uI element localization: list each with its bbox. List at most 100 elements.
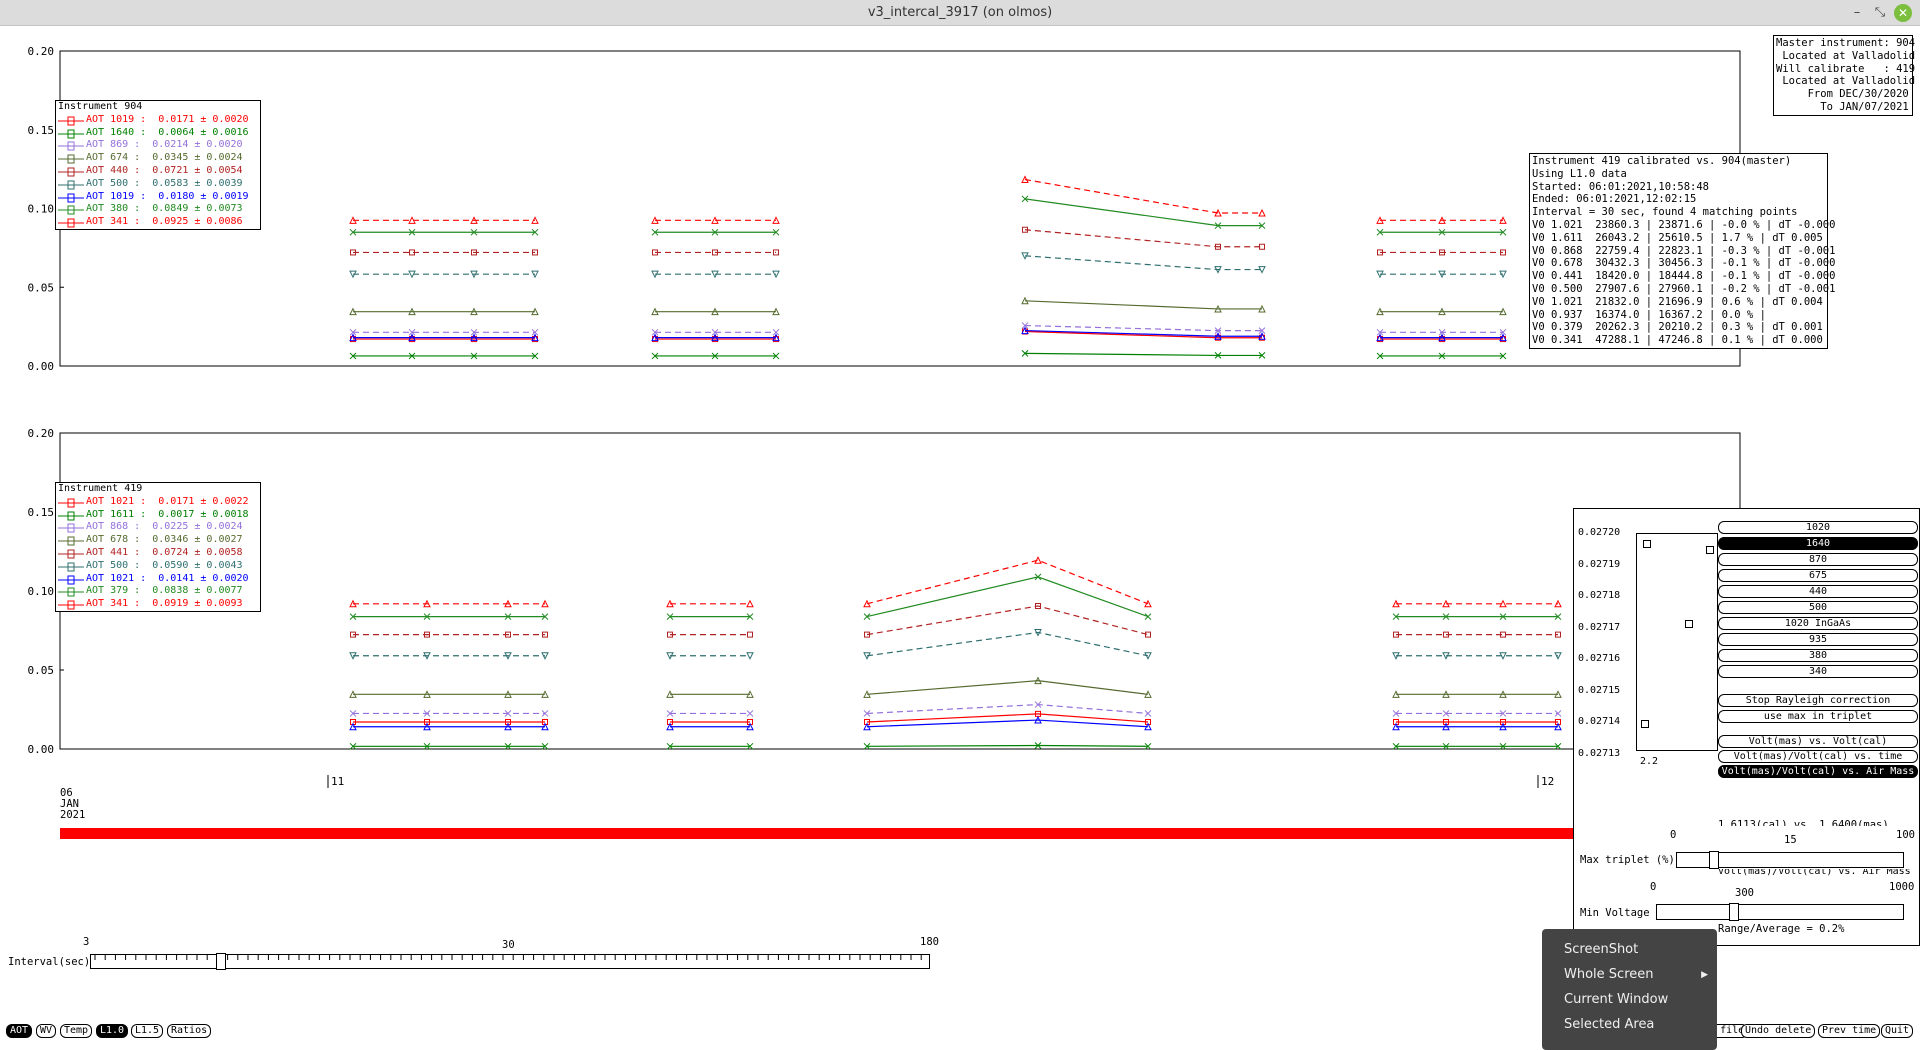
band-button-340[interactable]: 340 <box>1718 665 1918 678</box>
band-button-440[interactable]: 440 <box>1718 585 1918 598</box>
close-icon[interactable]: ✕ <box>1894 4 1912 22</box>
ratio-y-tick: 0.02720 <box>1578 527 1621 538</box>
legend-marker-icon <box>58 534 84 547</box>
menu-item-whole-screen[interactable]: Whole Screen ▶ <box>1564 965 1708 985</box>
legend-value: 0.0171 ± 0.0020 <box>158 113 249 125</box>
series-line <box>1024 300 1262 310</box>
legend-label: AOT 380 : <box>86 203 153 215</box>
slider-handle[interactable] <box>216 953 226 970</box>
legend-value: 0.0141 ± 0.0020 <box>158 572 249 584</box>
window-titlebar[interactable]: v3_intercal_3917 (on olmos) – ⤡ ✕ <box>0 0 1920 26</box>
y-tick-label: 0.00 <box>28 360 55 373</box>
master-info-line: Located at Valladolid <box>1776 75 1916 88</box>
ratio-y-tick: 0.02714 <box>1578 716 1621 727</box>
data-point <box>541 710 549 717</box>
view-caption: Volt(mas)/Volt(cal) vs. Air Mass <box>1718 869 1911 877</box>
menu-item-screenshot[interactable]: ScreenShot <box>1564 940 1704 960</box>
stop-rayleigh-button[interactable]: Stop Rayleigh correction <box>1718 694 1918 707</box>
time-coverage-bar[interactable] <box>60 828 1575 839</box>
legend-label: AOT 1021 : <box>86 495 159 507</box>
max-triplet-label: Max triplet (%) <box>1580 854 1675 866</box>
data-point <box>746 652 754 660</box>
legend-entry: AOT 500 : 0.0583 ± 0.0039 <box>56 178 260 191</box>
view-ratio-vs-airmass-button[interactable]: Volt(mas)/Volt(cal) vs. Air Mass <box>1718 765 1918 778</box>
band-button-675[interactable]: 675 <box>1718 569 1918 582</box>
legend-value: 0.0925 ± 0.0086 <box>152 216 243 228</box>
min-voltage-slider[interactable] <box>1656 903 1904 921</box>
legend-entry: AOT 678 : 0.0346 ± 0.0027 <box>56 534 260 547</box>
band-button-500[interactable]: 500 <box>1718 601 1918 614</box>
min-voltage-label: Min Voltage <box>1580 907 1650 919</box>
band-button-1020-ingaas[interactable]: 1020 InGaAs <box>1718 617 1918 630</box>
temp-button[interactable]: Temp <box>60 1024 93 1038</box>
band-button-1640[interactable]: 1640 <box>1718 537 1918 550</box>
calibration-info-box: Instrument 419 calibrated vs. 904(master… <box>1529 153 1836 349</box>
max-triplet-slider[interactable] <box>1676 851 1904 869</box>
slider-handle[interactable] <box>1729 903 1739 921</box>
data-point <box>746 599 754 608</box>
series-line <box>1024 178 1262 214</box>
legend-value: 0.0721 ± 0.0054 <box>152 164 243 176</box>
ratio-vs-airmass-plot[interactable] <box>1636 533 1718 751</box>
legend-marker-icon <box>58 178 84 191</box>
master-info-line: Will calibrate : 419 <box>1776 62 1916 75</box>
legend-value: 0.0345 ± 0.0024 <box>152 152 243 164</box>
legend-label: AOT 341 : <box>86 598 153 610</box>
l10-button[interactable]: L1.0 <box>96 1024 129 1038</box>
legend-entry: AOT 1640 : 0.0064 ± 0.0016 <box>56 127 260 140</box>
legend-label: AOT 678 : <box>86 534 153 546</box>
calibration-info-line: V0 0.441 18420.0 | 18444.8 | -0.1 % | dT… <box>1532 270 1836 283</box>
series-line <box>1024 229 1262 248</box>
legend-entry: AOT 500 : 0.0590 ± 0.0043 <box>56 560 260 573</box>
interval-tick-min: 3 <box>83 936 90 948</box>
band-button-935[interactable]: 935 <box>1718 633 1918 646</box>
legend-value: 0.0017 ± 0.0018 <box>158 508 249 520</box>
maximize-icon[interactable]: ⤡ <box>1871 4 1889 22</box>
undo-delete-button[interactable]: Undo delete <box>1741 1024 1816 1038</box>
legend-entry: AOT 440 : 0.0721 ± 0.0054 <box>56 165 260 178</box>
data-point[interactable] <box>1641 720 1649 728</box>
legend-entry: AOT 674 : 0.0345 ± 0.0024 <box>56 152 260 165</box>
menu-item-selected-area[interactable]: Selected Area <box>1564 1015 1704 1035</box>
use-max-triplet-button[interactable]: use max in triplet <box>1718 710 1918 723</box>
legend-entry: AOT 1019 : 0.0180 ± 0.0019 <box>56 191 260 204</box>
menu-item-current-window[interactable]: Current Window <box>1564 990 1704 1010</box>
view-ratio-vs-time-button[interactable]: Volt(mas)/Volt(cal) vs. time <box>1718 750 1918 763</box>
ratios-button[interactable]: Ratios <box>167 1024 212 1038</box>
y-tick-label: 0.10 <box>28 203 55 216</box>
l15-button[interactable]: L1.5 <box>131 1024 164 1038</box>
prev-time-button[interactable]: Prev time <box>1818 1024 1881 1038</box>
legend-marker-icon <box>58 585 84 598</box>
data-point[interactable] <box>1706 546 1714 554</box>
calibration-info-line: Interval = 30 sec, found 4 matching poin… <box>1532 206 1798 219</box>
legend-entry: AOT 1019 : 0.0171 ± 0.0020 <box>56 114 260 127</box>
quit-button[interactable]: Quit <box>1881 1024 1914 1038</box>
aot-button[interactable]: AOT <box>6 1024 33 1038</box>
legend-entry: AOT 869 : 0.0214 ± 0.0020 <box>56 139 260 152</box>
legend-title: Instrument 419 <box>58 483 143 494</box>
minimize-icon[interactable]: – <box>1848 4 1866 22</box>
interval-label: Interval(sec) <box>8 956 91 968</box>
screenshot-context-menu: ScreenShot Whole Screen ▶ Current Window… <box>1542 929 1717 1050</box>
legend-label: AOT 1611 : <box>86 508 159 520</box>
band-button-870[interactable]: 870 <box>1718 553 1918 566</box>
calibration-info-line: V0 0.868 22759.4 | 22823.1 | -0.3 % | dT… <box>1532 244 1836 257</box>
data-point <box>1144 710 1152 717</box>
band-button-1020[interactable]: 1020 <box>1718 521 1918 534</box>
data-point[interactable] <box>1643 540 1651 548</box>
calibration-info-line: V0 0.341 47288.1 | 47246.8 | 0.1 % | dT … <box>1532 334 1823 347</box>
series-line <box>866 703 1149 715</box>
wv-button[interactable]: WV <box>36 1024 57 1038</box>
band-button-380[interactable]: 380 <box>1718 649 1918 662</box>
interval-slider[interactable] <box>90 953 930 970</box>
legend-value: 0.0214 ± 0.0020 <box>152 139 243 151</box>
master-info-line: To JAN/07/2021 <box>1776 100 1909 113</box>
plot-frame <box>59 50 1741 367</box>
data-point <box>747 631 753 638</box>
view-volt-vs-volt-button[interactable]: Volt(mas) vs. Volt(cal) <box>1718 735 1918 748</box>
data-point <box>1258 208 1266 217</box>
data-point[interactable] <box>1685 620 1693 628</box>
y-tick-label: 0.00 <box>28 743 55 756</box>
legend-value: 0.0724 ± 0.0058 <box>152 546 243 558</box>
slider-handle[interactable] <box>1709 851 1719 869</box>
